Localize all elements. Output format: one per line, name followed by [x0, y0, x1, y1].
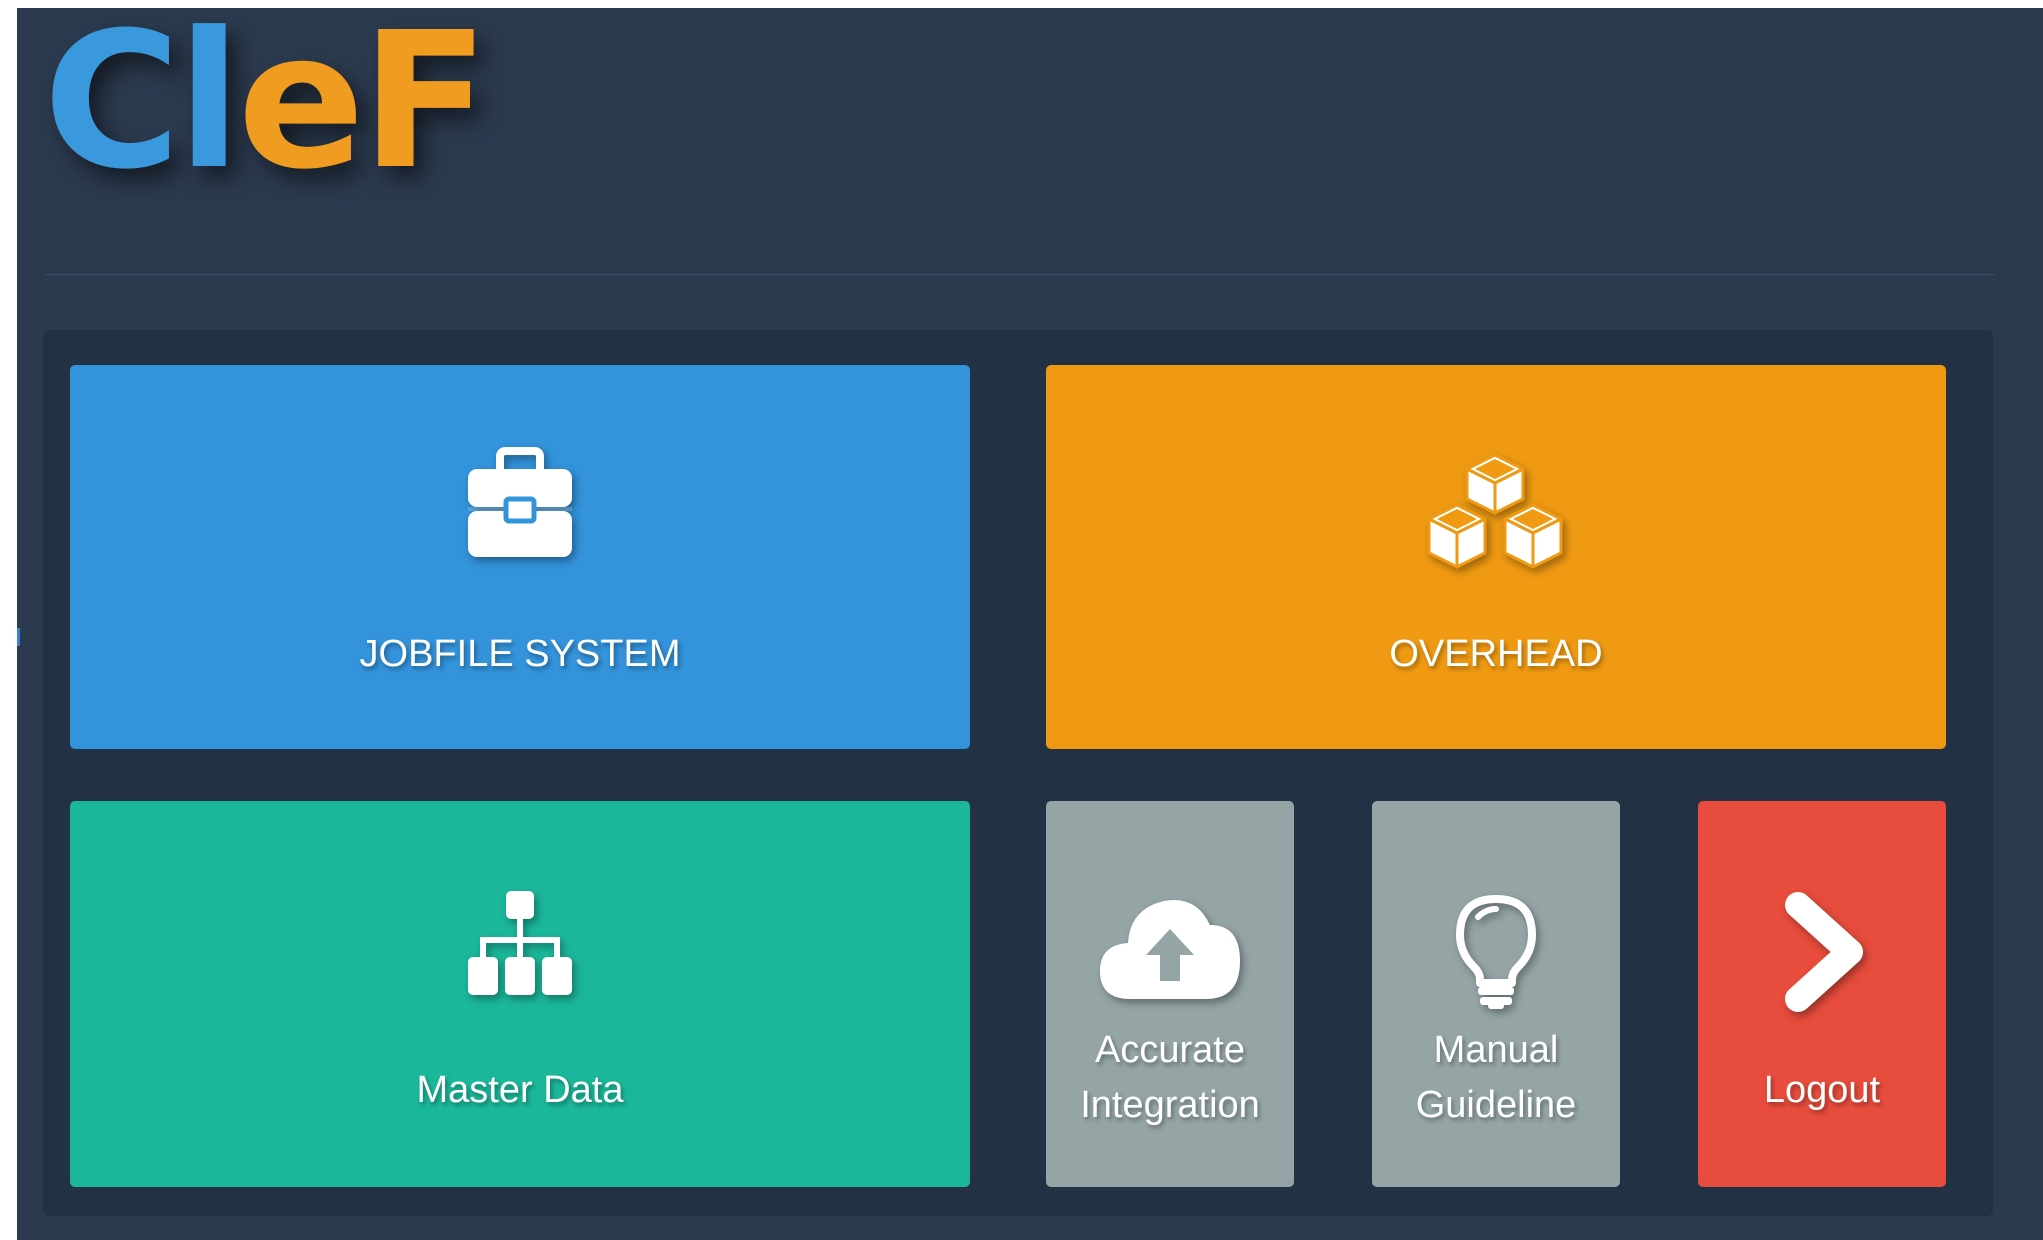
sitemap-icon [468, 891, 572, 995]
logo-text-ef: eF [237, 0, 489, 211]
manual-line2: Guideline [1415, 1084, 1577, 1126]
edge-marker [17, 628, 20, 646]
cubes-icon [1427, 453, 1563, 569]
manual-line1: Manual [1433, 1029, 1559, 1071]
briefcase-icon [468, 447, 572, 557]
logo-text-cl: Cl [43, 0, 241, 211]
overhead-tile[interactable]: OVERHEAD [1046, 365, 1946, 749]
logout-label: Logout [1763, 1069, 1881, 1111]
accurate-integration-label: Accurate Integration [1046, 1023, 1294, 1133]
logout-tile[interactable]: Logout [1698, 801, 1946, 1187]
jobfile-system-tile[interactable]: JOBFILE SYSTEM [70, 365, 970, 749]
lightbulb-icon [1456, 895, 1536, 1009]
tiles-panel: JOBFILE SYSTEM OVERHEAD Master Data Accu… [43, 330, 1993, 1216]
master-data-tile[interactable]: Master Data [70, 801, 970, 1187]
master-data-label: Master Data [416, 1069, 624, 1111]
clef-logo: Cl eF [43, 0, 489, 211]
overhead-label: OVERHEAD [1389, 633, 1603, 675]
accurate-line1: Accurate [1095, 1029, 1245, 1071]
accurate-line2: Integration [1080, 1084, 1260, 1126]
jobfile-system-label: JOBFILE SYSTEM [359, 633, 681, 675]
chevron-right-icon [1785, 892, 1863, 1012]
main-page: Cl eF JOBFILE SYSTEM OVERHEAD Master Dat… [17, 8, 2043, 1240]
accurate-integration-tile[interactable]: Accurate Integration [1046, 801, 1294, 1187]
manual-guideline-tile[interactable]: Manual Guideline [1372, 801, 1620, 1187]
header-divider [45, 274, 1995, 275]
manual-guideline-label: Manual Guideline [1372, 1023, 1620, 1133]
cloud-upload-icon [1100, 900, 1240, 999]
